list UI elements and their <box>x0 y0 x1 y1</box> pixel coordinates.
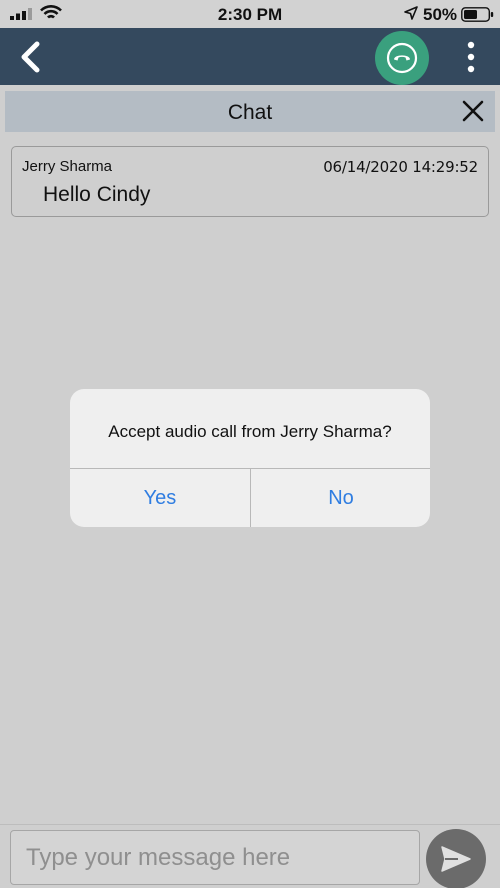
location-arrow-icon <box>404 6 418 20</box>
back-button[interactable] <box>14 38 48 76</box>
battery-percent: 50% <box>423 5 458 24</box>
send-button[interactable] <box>426 829 486 888</box>
message-timestamp: 06/14/2020 14:29:52 <box>323 158 478 176</box>
close-chat-button[interactable] <box>461 99 485 123</box>
message-card: Jerry Sharma 06/14/2020 14:29:52 Hello C… <box>11 146 489 217</box>
end-call-button[interactable] <box>375 31 429 85</box>
message-text: Hello Cindy <box>43 183 151 206</box>
no-button[interactable]: No <box>251 469 430 527</box>
close-icon <box>462 100 484 122</box>
yes-button[interactable]: Yes <box>70 469 250 527</box>
chat-title-bar: Chat <box>5 91 495 132</box>
dialog-message: Accept audio call from Jerry Sharma? <box>108 422 392 441</box>
end-call-icon <box>386 42 418 74</box>
message-sender: Jerry Sharma <box>22 158 113 175</box>
call-accept-dialog: Accept audio call from Jerry Sharma? Yes… <box>70 389 430 527</box>
app-header <box>0 28 500 85</box>
back-chevron-icon <box>21 41 40 73</box>
more-vertical-icon <box>467 41 475 73</box>
chat-title: Chat <box>227 101 273 124</box>
message-composer <box>0 824 500 888</box>
message-input[interactable] <box>10 830 420 885</box>
more-options-button[interactable] <box>458 38 484 76</box>
status-bar: 2:30 PM 50% <box>0 0 500 28</box>
send-icon <box>441 846 471 872</box>
battery-icon <box>461 7 494 22</box>
